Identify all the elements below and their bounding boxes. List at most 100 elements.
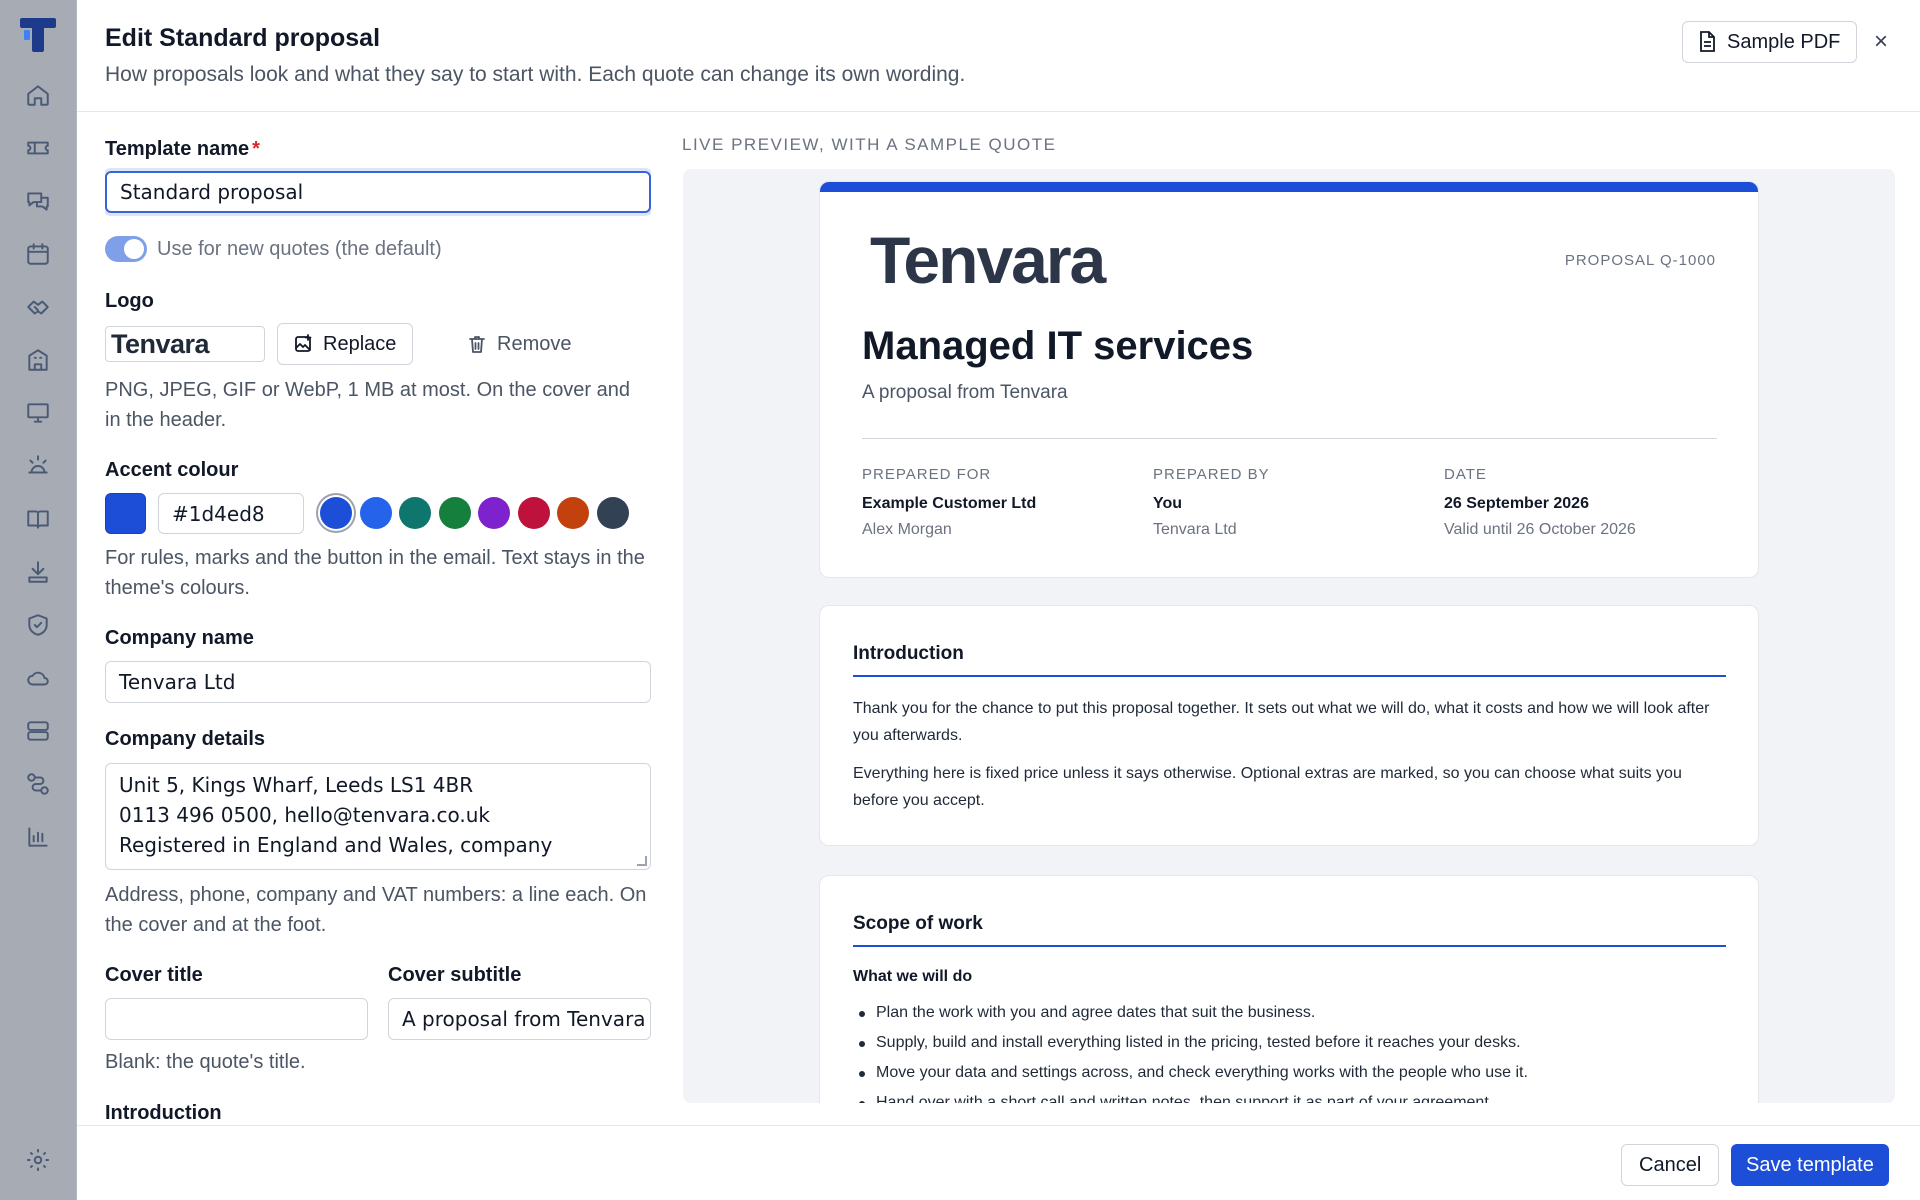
introduction-paragraph: Everything here is fixed price unless it… xyxy=(853,765,1682,809)
modal-subtitle: How proposals look and what they say to … xyxy=(105,63,966,86)
cover-logo: Tenvara xyxy=(870,223,1106,297)
monitor-icon[interactable] xyxy=(18,386,58,439)
home-icon[interactable] xyxy=(18,68,58,121)
company-name-label: Company name xyxy=(105,627,254,649)
calendar-icon[interactable] xyxy=(18,227,58,280)
shield-icon[interactable] xyxy=(18,598,58,651)
company-name-input[interactable]: Tenvara Ltd xyxy=(105,661,651,703)
template-name-label: Template name * xyxy=(105,138,260,160)
cover-subtitle: A proposal from Tenvara xyxy=(862,382,1068,403)
replace-label: Replace xyxy=(323,332,397,355)
replace-logo-button[interactable]: Replace xyxy=(277,323,414,365)
app-logo[interactable] xyxy=(18,14,58,54)
accent-colour-picker[interactable] xyxy=(105,493,146,534)
introduction-paragraph: Thank you for the chance to put this pro… xyxy=(853,700,1710,744)
image-edit-icon xyxy=(295,334,312,352)
trash-icon xyxy=(469,336,485,353)
live-preview-label: LIVE PREVIEW, WITH A SAMPLE QUOTE xyxy=(682,135,1057,154)
prepared-for-heading: PREPARED FOR xyxy=(862,466,992,483)
cover-title-help: Blank: the quote's title. xyxy=(105,1051,306,1073)
gear-icon[interactable] xyxy=(18,1140,58,1180)
edit-template-modal: Edit Standard proposal How proposals loo… xyxy=(77,0,1920,1200)
company-details-line: 0113 496 0500, hello@tenvara.co.uk xyxy=(119,803,490,827)
prepared-by: PREPARED BY You Tenvara Ltd xyxy=(1153,466,1443,539)
cover-subtitle-label: Cover subtitle xyxy=(388,964,522,986)
default-toggle-label: Use for new quotes (the default) xyxy=(157,238,442,260)
chat-icon[interactable] xyxy=(18,174,58,227)
list-item: Hand over with a short call and written … xyxy=(853,1088,1726,1103)
book-icon[interactable] xyxy=(18,492,58,545)
accent-swatch[interactable] xyxy=(399,497,431,529)
scope-list: Plan the work with you and agree dates t… xyxy=(853,998,1726,1103)
save-template-button[interactable]: Save template xyxy=(1731,1144,1889,1186)
section-rule xyxy=(853,675,1726,677)
accent-bar xyxy=(820,182,1758,192)
accent-swatch[interactable] xyxy=(557,497,589,529)
chart-icon[interactable] xyxy=(18,810,58,863)
sample-pdf-button[interactable]: Sample PDF xyxy=(1682,21,1858,63)
server-icon[interactable] xyxy=(18,704,58,757)
accent-swatch[interactable] xyxy=(478,497,510,529)
introduction-title: Introduction xyxy=(853,643,964,664)
proposal-reference: PROPOSAL Q-1000 xyxy=(1564,252,1716,269)
company-details-textarea[interactable]: Unit 5, Kings Wharf, Leeds LS1 4BR 0113 … xyxy=(105,763,651,870)
cloud-icon[interactable] xyxy=(18,651,58,704)
cover-subtitle-input[interactable]: A proposal from Tenvara xyxy=(388,998,651,1040)
accent-hex-input[interactable]: #1d4ed8 xyxy=(158,493,304,534)
preview-scope: Scope of work What we will do Plan the w… xyxy=(819,875,1759,1103)
live-preview: Tenvara PROPOSAL Q-1000 Managed IT servi… xyxy=(683,169,1895,1103)
template-name-input[interactable]: Standard proposal xyxy=(105,171,651,213)
prepared-for-name: Example Customer Ltd xyxy=(862,495,1037,512)
logo-preview: Tenvara xyxy=(105,326,265,362)
preview-introduction: Introduction Thank you for the chance to… xyxy=(819,605,1759,846)
company-details-line: Registered in England and Wales, company xyxy=(119,833,553,857)
sample-pdf-label: Sample PDF xyxy=(1727,30,1841,53)
modal-header: Edit Standard proposal How proposals loo… xyxy=(77,0,1920,112)
required-mark: * xyxy=(252,138,260,160)
document-icon xyxy=(1700,31,1715,52)
list-item: Supply, build and install everything lis… xyxy=(853,1028,1726,1058)
company-details-help: Address, phone, company and VAT numbers:… xyxy=(105,884,647,936)
default-toggle[interactable] xyxy=(105,236,147,262)
section-rule xyxy=(853,945,1726,947)
list-item: Move your data and settings across, and … xyxy=(853,1058,1726,1088)
preview-cover: Tenvara PROPOSAL Q-1000 Managed IT servi… xyxy=(819,181,1759,578)
accent-swatch[interactable] xyxy=(438,497,471,529)
modal-footer: Cancel Save template xyxy=(77,1125,1920,1200)
logo-label: Logo xyxy=(105,290,154,312)
company-details-label: Company details xyxy=(105,728,266,750)
ticket-icon[interactable] xyxy=(18,121,58,174)
cover-title: Managed IT services xyxy=(862,324,1254,368)
cover-title-input[interactable] xyxy=(105,998,368,1040)
download-icon[interactable] xyxy=(18,545,58,598)
alert-icon[interactable] xyxy=(18,439,58,492)
remove-label: Remove xyxy=(497,332,572,355)
scope-subheading: What we will do xyxy=(853,968,973,985)
building-icon[interactable] xyxy=(18,333,58,386)
accent-swatch[interactable] xyxy=(596,497,629,529)
handshake-icon[interactable] xyxy=(18,280,58,333)
template-form: Template name * Standard proposal Use for… xyxy=(105,112,651,1125)
accent-swatch[interactable] xyxy=(359,497,392,529)
cover-title-label: Cover title xyxy=(105,964,203,986)
accent-swatch[interactable] xyxy=(517,497,550,529)
resize-handle[interactable] xyxy=(637,856,647,866)
workflow-icon[interactable] xyxy=(18,757,58,810)
prepared-by-name: You xyxy=(1153,495,1183,512)
logo-help: PNG, JPEG, GIF or WebP, 1 MB at most. On… xyxy=(105,379,631,431)
remove-logo-button[interactable]: Remove xyxy=(467,323,571,365)
close-icon[interactable]: × xyxy=(1866,27,1896,57)
prepared-for: PREPARED FOR Example Customer Ltd Alex M… xyxy=(862,466,1152,539)
date-value: 26 September 2026 xyxy=(1444,495,1589,512)
modal-title: Edit Standard proposal xyxy=(105,24,381,52)
cover-divider xyxy=(862,438,1717,439)
proposal-date: DATE 26 September 2026 Valid until 26 Oc… xyxy=(1444,466,1734,539)
prepared-by-heading: PREPARED BY xyxy=(1153,466,1270,483)
introduction-label: Introduction xyxy=(105,1102,222,1124)
accent-swatch[interactable] xyxy=(320,497,352,529)
scope-title: Scope of work xyxy=(853,913,983,934)
prepared-by-company: Tenvara Ltd xyxy=(1153,521,1237,538)
prepared-for-contact: Alex Morgan xyxy=(862,521,952,538)
company-details-line: Unit 5, Kings Wharf, Leeds LS1 4BR xyxy=(119,773,474,797)
cancel-button[interactable]: Cancel xyxy=(1621,1144,1720,1186)
